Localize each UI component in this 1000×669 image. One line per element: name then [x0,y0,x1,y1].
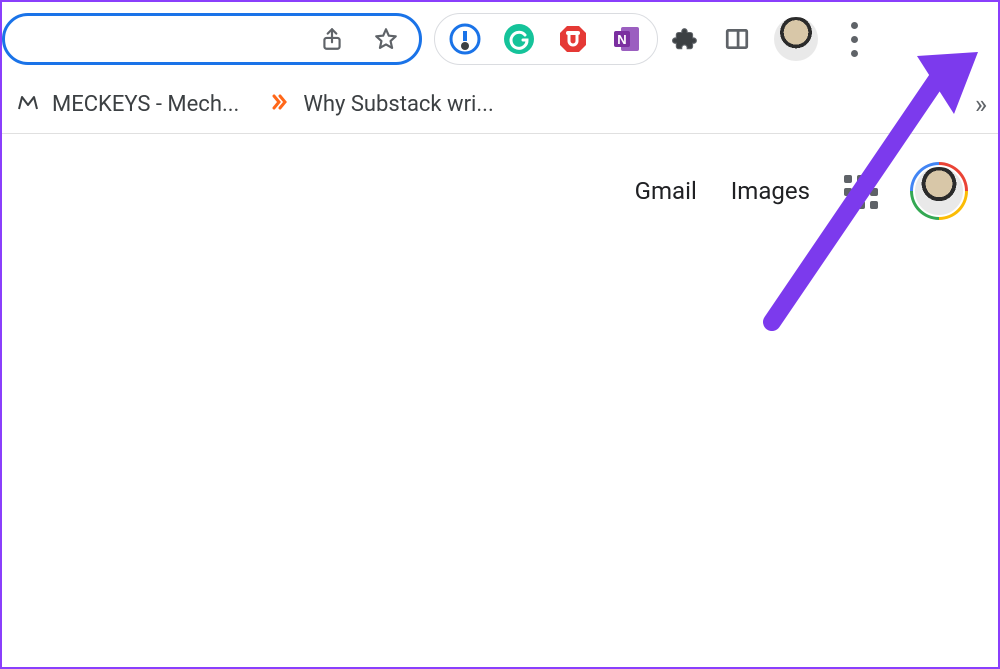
extensions-puzzle-icon[interactable] [670,24,700,54]
avatar-image [913,165,965,217]
bookmark-label: MECKEYS - Mech... [52,92,239,117]
side-panel-icon[interactable] [722,24,752,54]
bookmarks-overflow-button[interactable]: » [975,90,984,120]
bookmark-favicon-substack-icon [267,90,291,120]
bookmark-favicon-meckeys-icon [16,90,40,120]
profile-avatar-icon[interactable] [774,17,818,61]
omnibox[interactable] [2,13,422,65]
extension-onenote-icon[interactable]: N [611,23,643,55]
share-icon[interactable] [317,24,347,54]
bookmark-item[interactable]: MECKEYS - Mech... [16,90,239,120]
bookmark-item[interactable]: Why Substack wri... [267,90,493,120]
google-header: Gmail Images [2,134,998,220]
bookmarks-bar: MECKEYS - Mech... Why Substack wri... » [2,76,998,134]
google-account-avatar[interactable] [910,162,968,220]
browser-toolbar: N [2,2,998,76]
bookmark-label: Why Substack wri... [303,92,493,117]
svg-text:N: N [617,32,626,47]
extension-onetab-icon[interactable] [449,23,481,55]
extension-adblock-icon[interactable] [557,23,589,55]
chrome-menu-button[interactable] [840,19,868,59]
extension-grammarly-icon[interactable] [503,23,535,55]
toolbar-right-controls [670,17,874,61]
extensions-tray: N [434,13,658,65]
gmail-link[interactable]: Gmail [635,177,697,205]
google-apps-icon[interactable] [844,175,876,207]
images-link[interactable]: Images [731,177,810,205]
star-icon[interactable] [371,24,401,54]
